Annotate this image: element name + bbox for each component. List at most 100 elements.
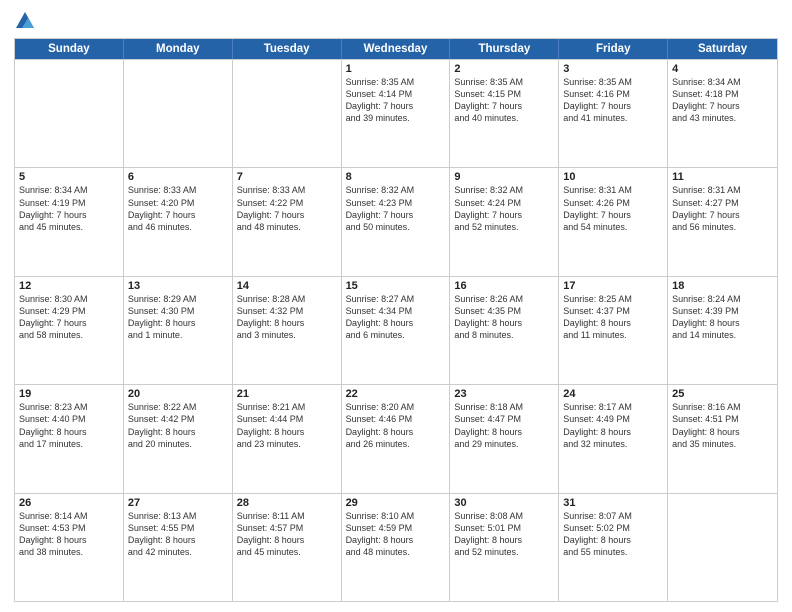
day-cell-31: 31Sunrise: 8:07 AM Sunset: 5:02 PM Dayli… <box>559 494 668 601</box>
day-cell-11: 11Sunrise: 8:31 AM Sunset: 4:27 PM Dayli… <box>668 168 777 275</box>
header-day-wednesday: Wednesday <box>342 39 451 59</box>
day-info: Sunrise: 8:27 AM Sunset: 4:34 PM Dayligh… <box>346 293 446 342</box>
day-number: 6 <box>128 171 228 183</box>
day-number: 18 <box>672 280 773 292</box>
day-info: Sunrise: 8:24 AM Sunset: 4:39 PM Dayligh… <box>672 293 773 342</box>
day-cell-13: 13Sunrise: 8:29 AM Sunset: 4:30 PM Dayli… <box>124 277 233 384</box>
day-cell-18: 18Sunrise: 8:24 AM Sunset: 4:39 PM Dayli… <box>668 277 777 384</box>
day-info: Sunrise: 8:35 AM Sunset: 4:15 PM Dayligh… <box>454 76 554 125</box>
day-cell-4: 4Sunrise: 8:34 AM Sunset: 4:18 PM Daylig… <box>668 60 777 167</box>
day-info: Sunrise: 8:34 AM Sunset: 4:18 PM Dayligh… <box>672 76 773 125</box>
day-number: 14 <box>237 280 337 292</box>
day-number: 17 <box>563 280 663 292</box>
day-info: Sunrise: 8:35 AM Sunset: 4:16 PM Dayligh… <box>563 76 663 125</box>
day-cell-25: 25Sunrise: 8:16 AM Sunset: 4:51 PM Dayli… <box>668 385 777 492</box>
day-cell-1: 1Sunrise: 8:35 AM Sunset: 4:14 PM Daylig… <box>342 60 451 167</box>
day-cell-5: 5Sunrise: 8:34 AM Sunset: 4:19 PM Daylig… <box>15 168 124 275</box>
week-row-2: 5Sunrise: 8:34 AM Sunset: 4:19 PM Daylig… <box>15 167 777 275</box>
day-number: 4 <box>672 63 773 75</box>
day-cell-7: 7Sunrise: 8:33 AM Sunset: 4:22 PM Daylig… <box>233 168 342 275</box>
day-info: Sunrise: 8:23 AM Sunset: 4:40 PM Dayligh… <box>19 401 119 450</box>
day-number: 21 <box>237 388 337 400</box>
header-day-saturday: Saturday <box>668 39 777 59</box>
day-info: Sunrise: 8:21 AM Sunset: 4:44 PM Dayligh… <box>237 401 337 450</box>
day-info: Sunrise: 8:22 AM Sunset: 4:42 PM Dayligh… <box>128 401 228 450</box>
empty-cell-0-2 <box>233 60 342 167</box>
day-cell-2: 2Sunrise: 8:35 AM Sunset: 4:15 PM Daylig… <box>450 60 559 167</box>
day-number: 5 <box>19 171 119 183</box>
header <box>14 10 778 32</box>
day-info: Sunrise: 8:30 AM Sunset: 4:29 PM Dayligh… <box>19 293 119 342</box>
day-number: 27 <box>128 497 228 509</box>
day-cell-3: 3Sunrise: 8:35 AM Sunset: 4:16 PM Daylig… <box>559 60 668 167</box>
day-info: Sunrise: 8:33 AM Sunset: 4:20 PM Dayligh… <box>128 184 228 233</box>
calendar-header: SundayMondayTuesdayWednesdayThursdayFrid… <box>15 39 777 59</box>
day-number: 31 <box>563 497 663 509</box>
day-number: 15 <box>346 280 446 292</box>
day-number: 30 <box>454 497 554 509</box>
day-number: 24 <box>563 388 663 400</box>
day-number: 7 <box>237 171 337 183</box>
header-day-thursday: Thursday <box>450 39 559 59</box>
day-number: 16 <box>454 280 554 292</box>
day-info: Sunrise: 8:13 AM Sunset: 4:55 PM Dayligh… <box>128 510 228 559</box>
day-info: Sunrise: 8:18 AM Sunset: 4:47 PM Dayligh… <box>454 401 554 450</box>
empty-cell-0-0 <box>15 60 124 167</box>
logo <box>14 14 40 32</box>
day-number: 28 <box>237 497 337 509</box>
day-cell-6: 6Sunrise: 8:33 AM Sunset: 4:20 PM Daylig… <box>124 168 233 275</box>
day-number: 26 <box>19 497 119 509</box>
day-info: Sunrise: 8:31 AM Sunset: 4:26 PM Dayligh… <box>563 184 663 233</box>
calendar: SundayMondayTuesdayWednesdayThursdayFrid… <box>14 38 778 602</box>
day-info: Sunrise: 8:14 AM Sunset: 4:53 PM Dayligh… <box>19 510 119 559</box>
day-cell-27: 27Sunrise: 8:13 AM Sunset: 4:55 PM Dayli… <box>124 494 233 601</box>
day-number: 23 <box>454 388 554 400</box>
day-cell-10: 10Sunrise: 8:31 AM Sunset: 4:26 PM Dayli… <box>559 168 668 275</box>
day-info: Sunrise: 8:34 AM Sunset: 4:19 PM Dayligh… <box>19 184 119 233</box>
day-cell-17: 17Sunrise: 8:25 AM Sunset: 4:37 PM Dayli… <box>559 277 668 384</box>
logo-icon <box>14 10 36 32</box>
day-cell-20: 20Sunrise: 8:22 AM Sunset: 4:42 PM Dayli… <box>124 385 233 492</box>
day-cell-26: 26Sunrise: 8:14 AM Sunset: 4:53 PM Dayli… <box>15 494 124 601</box>
week-row-4: 19Sunrise: 8:23 AM Sunset: 4:40 PM Dayli… <box>15 384 777 492</box>
empty-cell-4-6 <box>668 494 777 601</box>
day-info: Sunrise: 8:29 AM Sunset: 4:30 PM Dayligh… <box>128 293 228 342</box>
day-info: Sunrise: 8:11 AM Sunset: 4:57 PM Dayligh… <box>237 510 337 559</box>
day-number: 9 <box>454 171 554 183</box>
day-cell-29: 29Sunrise: 8:10 AM Sunset: 4:59 PM Dayli… <box>342 494 451 601</box>
day-number: 2 <box>454 63 554 75</box>
day-info: Sunrise: 8:26 AM Sunset: 4:35 PM Dayligh… <box>454 293 554 342</box>
day-number: 19 <box>19 388 119 400</box>
day-cell-12: 12Sunrise: 8:30 AM Sunset: 4:29 PM Dayli… <box>15 277 124 384</box>
day-number: 25 <box>672 388 773 400</box>
header-day-sunday: Sunday <box>15 39 124 59</box>
day-cell-21: 21Sunrise: 8:21 AM Sunset: 4:44 PM Dayli… <box>233 385 342 492</box>
day-cell-23: 23Sunrise: 8:18 AM Sunset: 4:47 PM Dayli… <box>450 385 559 492</box>
day-number: 10 <box>563 171 663 183</box>
day-number: 13 <box>128 280 228 292</box>
week-row-3: 12Sunrise: 8:30 AM Sunset: 4:29 PM Dayli… <box>15 276 777 384</box>
day-info: Sunrise: 8:10 AM Sunset: 4:59 PM Dayligh… <box>346 510 446 559</box>
header-day-tuesday: Tuesday <box>233 39 342 59</box>
day-info: Sunrise: 8:20 AM Sunset: 4:46 PM Dayligh… <box>346 401 446 450</box>
day-cell-28: 28Sunrise: 8:11 AM Sunset: 4:57 PM Dayli… <box>233 494 342 601</box>
day-info: Sunrise: 8:16 AM Sunset: 4:51 PM Dayligh… <box>672 401 773 450</box>
day-info: Sunrise: 8:35 AM Sunset: 4:14 PM Dayligh… <box>346 76 446 125</box>
day-info: Sunrise: 8:17 AM Sunset: 4:49 PM Dayligh… <box>563 401 663 450</box>
day-number: 29 <box>346 497 446 509</box>
day-cell-24: 24Sunrise: 8:17 AM Sunset: 4:49 PM Dayli… <box>559 385 668 492</box>
day-info: Sunrise: 8:33 AM Sunset: 4:22 PM Dayligh… <box>237 184 337 233</box>
day-info: Sunrise: 8:08 AM Sunset: 5:01 PM Dayligh… <box>454 510 554 559</box>
day-cell-8: 8Sunrise: 8:32 AM Sunset: 4:23 PM Daylig… <box>342 168 451 275</box>
day-info: Sunrise: 8:28 AM Sunset: 4:32 PM Dayligh… <box>237 293 337 342</box>
week-row-5: 26Sunrise: 8:14 AM Sunset: 4:53 PM Dayli… <box>15 493 777 601</box>
day-info: Sunrise: 8:32 AM Sunset: 4:23 PM Dayligh… <box>346 184 446 233</box>
day-cell-16: 16Sunrise: 8:26 AM Sunset: 4:35 PM Dayli… <box>450 277 559 384</box>
day-number: 1 <box>346 63 446 75</box>
day-cell-9: 9Sunrise: 8:32 AM Sunset: 4:24 PM Daylig… <box>450 168 559 275</box>
day-number: 11 <box>672 171 773 183</box>
day-cell-30: 30Sunrise: 8:08 AM Sunset: 5:01 PM Dayli… <box>450 494 559 601</box>
header-day-friday: Friday <box>559 39 668 59</box>
day-number: 12 <box>19 280 119 292</box>
day-info: Sunrise: 8:07 AM Sunset: 5:02 PM Dayligh… <box>563 510 663 559</box>
